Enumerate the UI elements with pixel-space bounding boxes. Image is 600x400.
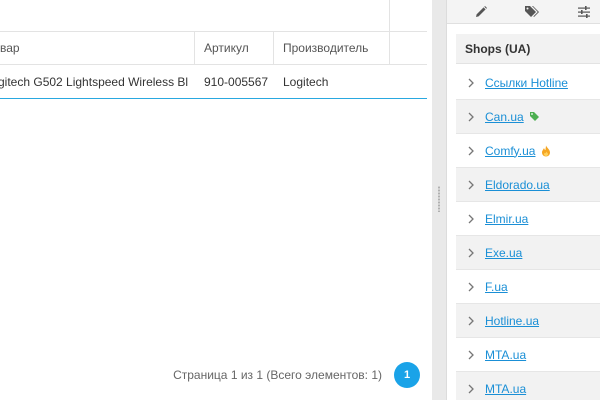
cell-product: gitech G502 Lightspeed Wireless Bl... [0, 75, 188, 89]
shop-link[interactable]: Comfy.ua [485, 144, 535, 158]
list-item[interactable]: Ссылки Hotline [456, 66, 600, 100]
grid-pane: вар Артикул Производитель gitech G502 Li… [0, 0, 432, 400]
chevron-right-icon[interactable] [465, 179, 477, 191]
list-item[interactable]: Exe.ua [456, 236, 600, 270]
list-item[interactable]: MTA.ua [456, 338, 600, 372]
table-row[interactable]: gitech G502 Lightspeed Wireless Bl... 91… [0, 65, 427, 99]
chevron-right-icon[interactable] [465, 383, 477, 395]
column-header-manufacturer[interactable]: Производитель [273, 32, 368, 65]
shop-link[interactable]: Ссылки Hotline [485, 76, 568, 90]
column-header-product[interactable]: вар [0, 32, 20, 65]
chevron-right-icon[interactable] [465, 145, 477, 157]
pager: Страница 1 из 1 (Всего элементов: 1) 1 [173, 362, 420, 388]
chevron-right-icon[interactable] [465, 349, 477, 361]
list-item[interactable]: Eldorado.ua [456, 168, 600, 202]
pane-splitter[interactable] [432, 0, 446, 400]
side-panel: Shops (UA) Ссылки Hotline Can.ua Comfy.u… [446, 0, 600, 400]
tag-icon [529, 111, 541, 123]
chevron-right-icon[interactable] [465, 77, 477, 89]
pager-info: Страница 1 из 1 (Всего элементов: 1) [173, 368, 382, 382]
column-divider [389, 0, 390, 32]
cell-sku: 910-005567 [204, 75, 269, 89]
grid-header: вар Артикул Производитель [0, 32, 427, 65]
shop-link[interactable]: F.ua [485, 280, 508, 294]
list-item[interactable]: Comfy.ua [456, 134, 600, 168]
shop-link[interactable]: MTA.ua [485, 348, 526, 362]
chevron-right-icon[interactable] [465, 281, 477, 293]
grid-top-strip [0, 0, 427, 32]
list-item[interactable]: F.ua [456, 270, 600, 304]
column-header-sku[interactable]: Артикул [194, 32, 249, 65]
list-item[interactable]: Can.ua [456, 100, 600, 134]
shop-list: Ссылки Hotline Can.ua Comfy.ua Eldorado.… [456, 66, 600, 400]
shop-link[interactable]: MTA.ua [485, 382, 526, 396]
page-button-1[interactable]: 1 [394, 362, 420, 388]
fire-icon [540, 145, 552, 157]
list-item[interactable]: MTA.ua [456, 372, 600, 400]
chevron-right-icon[interactable] [465, 213, 477, 225]
splitter-grip-icon[interactable] [437, 186, 441, 212]
sliders-icon[interactable] [575, 3, 593, 21]
list-item[interactable]: Elmir.ua [456, 202, 600, 236]
column-divider[interactable] [389, 32, 390, 65]
shop-link[interactable]: Exe.ua [485, 246, 522, 260]
cell-manufacturer: Logitech [283, 75, 329, 89]
shop-link[interactable]: Can.ua [485, 110, 524, 124]
chevron-right-icon[interactable] [465, 247, 477, 259]
panel-title: Shops (UA) [456, 34, 600, 64]
list-item[interactable]: Hotline.ua [456, 304, 600, 338]
chevron-right-icon[interactable] [465, 315, 477, 327]
chevron-right-icon[interactable] [465, 111, 477, 123]
pencil-icon[interactable] [472, 3, 490, 21]
shop-link[interactable]: Elmir.ua [485, 212, 528, 226]
side-toolbar [447, 0, 600, 24]
tags-icon[interactable] [523, 3, 541, 21]
shop-link[interactable]: Hotline.ua [485, 314, 539, 328]
shop-link[interactable]: Eldorado.ua [485, 178, 550, 192]
